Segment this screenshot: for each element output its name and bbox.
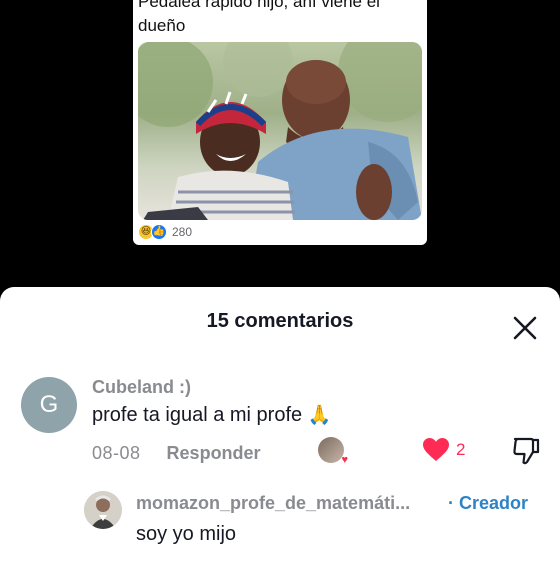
- thumbs-down-icon: [513, 437, 540, 465]
- praying-hands-icon: 🙏: [307, 405, 332, 426]
- close-icon: [513, 316, 537, 340]
- reply-text: soy yo mijo: [136, 523, 237, 545]
- avatar[interactable]: G: [21, 377, 77, 433]
- reaction-bar: 😆 👍 280: [139, 224, 192, 240]
- avatar[interactable]: [84, 491, 122, 529]
- meme-photo: [138, 42, 422, 220]
- creator-liked-avatar: ♥: [318, 437, 348, 466]
- comments-sheet: 15 comentarios G Cubeland :) profe ta ig…: [0, 287, 560, 577]
- meme-caption-line-2: dueño: [138, 16, 186, 35]
- comment-meta: 08-08 Responder: [92, 443, 261, 464]
- like-reaction-icon: 👍: [151, 224, 167, 240]
- reply-button[interactable]: Responder: [167, 443, 261, 464]
- close-button[interactable]: [510, 313, 540, 343]
- reaction-count: 280: [172, 225, 193, 239]
- reply-username[interactable]: momazon_profe_de_matemáti...: [136, 493, 410, 514]
- comments-title: 15 comentarios: [206, 310, 354, 332]
- comment-username[interactable]: Cubeland :): [92, 377, 191, 398]
- creator-badge: · Creador: [448, 493, 529, 513]
- video-area[interactable]: Pedalea rápido hijo, ahí viene el dueño: [0, 0, 560, 300]
- meme-post-card: Pedalea rápido hijo, ahí viene el dueño: [133, 0, 427, 245]
- like-button[interactable]: 2: [422, 437, 465, 463]
- meme-caption: Pedalea rápido hijo, ahí viene el dueño: [138, 0, 423, 38]
- dislike-button[interactable]: [512, 436, 540, 471]
- like-count: 2: [456, 440, 466, 459]
- heart-filled-icon: [423, 438, 449, 461]
- comment-date: 08-08: [92, 443, 141, 463]
- meme-caption-line-1: Pedalea rápido hijo, ahí viene el: [138, 0, 380, 11]
- comment-body: profe ta igual a mi profe: [92, 404, 303, 426]
- heart-icon: ♥: [341, 454, 348, 466]
- comment-text: profe ta igual a mi profe 🙏: [92, 403, 331, 427]
